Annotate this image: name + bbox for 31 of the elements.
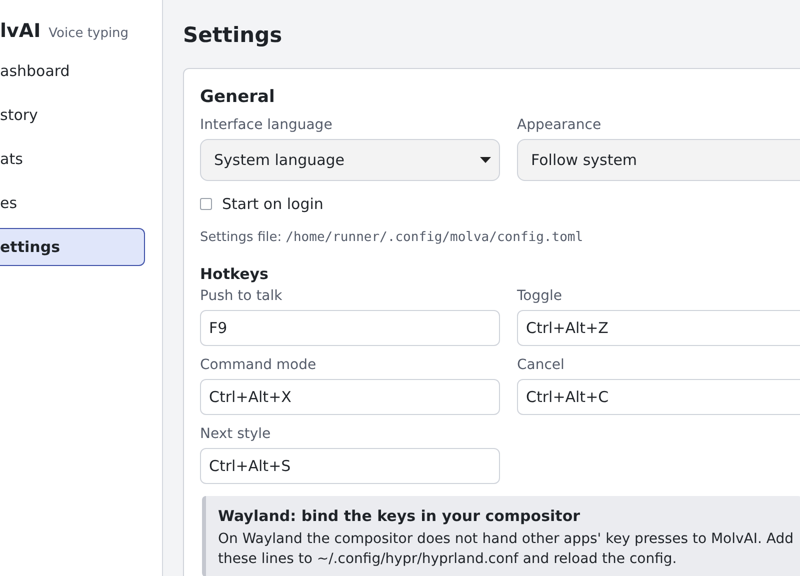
appearance-field[interactable]: Follow system xyxy=(517,139,800,181)
settings-file-path: /home/runner/.config/molva/config.toml xyxy=(286,229,584,247)
notice-title: Wayland: bind the keys in your compositor xyxy=(218,506,582,526)
hotkey-field[interactable]: Ctrl+Alt+C xyxy=(517,378,800,414)
field-label: Interface language xyxy=(200,116,334,135)
checkbox-label: Start on login xyxy=(222,194,324,215)
field-label: Command mode xyxy=(200,356,318,374)
field-label: Toggle xyxy=(517,286,564,306)
app-tagline: Voice typing xyxy=(48,25,129,43)
nav-item[interactable]: ashboard xyxy=(0,52,145,90)
nav-item[interactable]: story xyxy=(0,96,145,134)
hotkey-field[interactable]: Ctrl+Alt+Z xyxy=(517,310,800,346)
field-label: Cancel xyxy=(517,356,566,374)
section-title: Hotkeys xyxy=(200,264,270,284)
field-label: Next style xyxy=(200,424,272,444)
nav-item[interactable]: es xyxy=(0,184,145,222)
hotkey-field[interactable]: Ctrl+Alt+X xyxy=(200,378,500,414)
page-title: Settings xyxy=(183,22,284,49)
caret-icon xyxy=(480,157,491,163)
field-label: Push to talk xyxy=(200,286,284,306)
hotkey-field[interactable]: F9 xyxy=(200,310,500,346)
notice-text: On Wayland the compositor does not hand other apps' key presses to MolvAI. Add these lines to ~/.config/hypr/hyprland.conf and reload the config. xyxy=(218,530,794,568)
hotkey-field[interactable]: Ctrl+Alt+S xyxy=(200,448,500,484)
field-label: Appearance xyxy=(517,116,602,135)
checkbox[interactable] xyxy=(200,198,212,210)
language-dropdown[interactable]: System language xyxy=(200,139,500,181)
app-name: lvAI xyxy=(0,19,41,44)
section-title: General xyxy=(200,86,276,109)
nav-item[interactable]: ettings xyxy=(0,228,145,266)
settings-file-label: Settings file: xyxy=(200,229,282,247)
nav-item[interactable]: ats xyxy=(0,140,145,178)
